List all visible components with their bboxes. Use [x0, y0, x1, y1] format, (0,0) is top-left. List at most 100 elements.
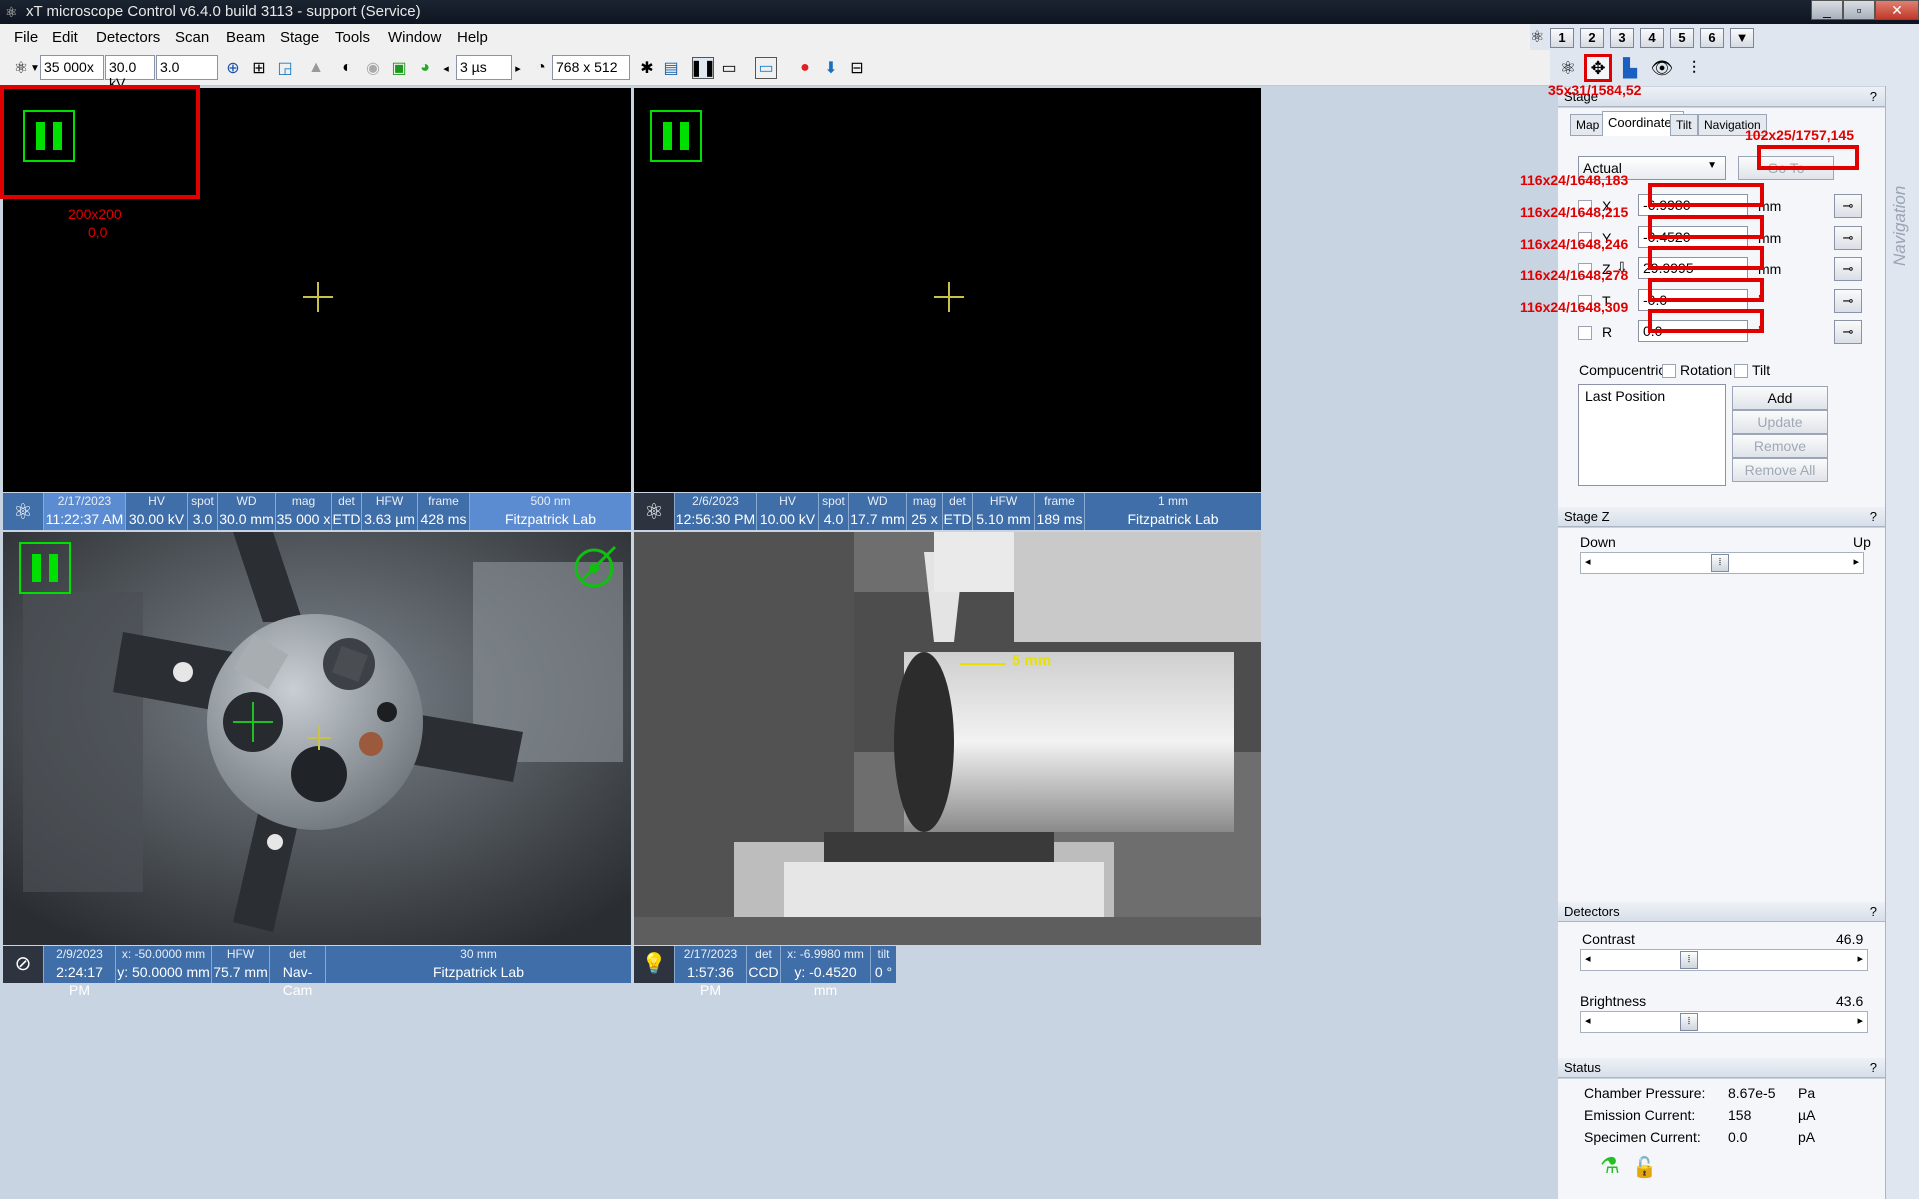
download-icon[interactable]: ⬇	[820, 57, 842, 79]
contrast-slider[interactable]: ◂ ⦙ ▸	[1580, 949, 1868, 971]
frame-value: 189 ms	[1036, 511, 1083, 527]
pie-icon[interactable]: ◕	[414, 57, 436, 79]
resolution-field[interactable]: 768 x 512	[552, 55, 630, 80]
voltage-field[interactable]: 30.0 kV	[105, 55, 155, 91]
grid-icon[interactable]: ⊞	[248, 57, 270, 79]
pause-icon[interactable]	[19, 542, 71, 594]
tab-tilt[interactable]: Tilt	[1670, 114, 1698, 136]
lock-icon[interactable]: 🔓	[1632, 1155, 1657, 1180]
contrast-icon[interactable]: ◐	[336, 57, 358, 79]
stage-z-slider[interactable]: ◂ ⦙ ▸	[1580, 552, 1864, 574]
preset-6[interactable]: 6	[1700, 28, 1724, 48]
preset-4[interactable]: 4	[1640, 28, 1664, 48]
menu-window[interactable]: Window	[388, 29, 441, 46]
rotation-checkbox[interactable]	[1662, 364, 1676, 378]
chevron-left-icon[interactable]: ◂	[1585, 952, 1591, 965]
status-header: Status?	[1558, 1058, 1885, 1078]
snapshot-icon[interactable]: ✱	[636, 57, 658, 79]
scan-lines-icon[interactable]: ▭	[718, 57, 740, 79]
menu-edit[interactable]: Edit	[52, 29, 78, 46]
slider-thumb[interactable]: ⦙	[1711, 554, 1729, 572]
pin-x-button[interactable]: ⊸	[1834, 194, 1862, 218]
menu-file[interactable]: File	[14, 29, 38, 46]
chevron-left-icon[interactable]: ◂	[1585, 555, 1591, 568]
video-icon[interactable]: ▤	[660, 57, 682, 79]
compass-icon[interactable]: ⊘	[3, 946, 43, 983]
pause-icon[interactable]: ❚❚	[690, 57, 716, 79]
screen-icon[interactable]: ▣	[388, 57, 410, 79]
alignment-tab-icon[interactable]: ⫶	[1680, 54, 1708, 82]
beam-tab-icon[interactable]: ⚛	[1554, 54, 1582, 82]
chevron-right-icon[interactable]: ▸	[512, 57, 524, 79]
lightbulb-icon[interactable]: 💡	[634, 946, 674, 983]
stigmator-icon[interactable]: ◉	[362, 57, 384, 79]
menu-detectors[interactable]: Detectors	[96, 29, 160, 46]
remove-all-button[interactable]: Remove All	[1732, 458, 1828, 482]
chevron-right-icon[interactable]: ▸	[1857, 1014, 1863, 1027]
menu-tools[interactable]: Tools	[335, 29, 370, 46]
vacuum-icon[interactable]: ⚗	[1600, 1153, 1620, 1179]
menu-help[interactable]: Help	[457, 29, 488, 46]
beam-icon[interactable]: ⚛	[3, 493, 43, 530]
brightness-slider[interactable]: ◂ ⦙ ▸	[1580, 1011, 1868, 1033]
spot-field[interactable]: 3.0	[156, 55, 218, 80]
chevron-right-icon[interactable]: ▸	[1857, 952, 1863, 965]
menu-beam[interactable]: Beam	[226, 29, 265, 46]
beam-icon[interactable]: ⚛	[10, 57, 32, 79]
dwell-field[interactable]: 3 µs	[456, 55, 512, 80]
measure-icon[interactable]: ⊟	[846, 57, 868, 79]
chevron-right-icon[interactable]: ▸	[1853, 555, 1859, 568]
help-icon[interactable]: ?	[1870, 89, 1877, 104]
preset-2[interactable]: 2	[1580, 28, 1604, 48]
preset-dropdown[interactable]: ▼	[1730, 28, 1754, 48]
record-icon[interactable]: ●	[794, 57, 816, 79]
chevron-left-icon[interactable]: ◂	[440, 57, 452, 79]
chevron-down-icon[interactable]: ▼	[30, 57, 40, 79]
tilt-checkbox[interactable]	[1734, 364, 1748, 378]
pin-r-button[interactable]: ⊸	[1834, 320, 1862, 344]
preset-3[interactable]: 3	[1610, 28, 1634, 48]
magnification-field[interactable]: 35 000x	[40, 55, 104, 80]
close-button[interactable]: ✕	[1875, 0, 1919, 20]
window-icon[interactable]: ▭	[755, 57, 777, 79]
navigation-strip[interactable]: Navigation	[1885, 86, 1919, 1199]
processing-tab-icon[interactable]: ▙	[1616, 54, 1644, 82]
timer-icon[interactable]: ◔	[530, 57, 552, 79]
help-icon[interactable]: ?	[1870, 1060, 1877, 1075]
menu-scan[interactable]: Scan	[175, 29, 209, 46]
spot-header: spot	[822, 494, 845, 508]
slider-thumb[interactable]: ⦙	[1680, 951, 1698, 969]
chevron-left-icon[interactable]: ◂	[1585, 1014, 1591, 1027]
lock-r-checkbox[interactable]	[1578, 326, 1592, 340]
list-item[interactable]: Last Position	[1579, 385, 1725, 407]
help-icon[interactable]: ?	[1870, 904, 1877, 919]
update-button[interactable]: Update	[1732, 410, 1828, 434]
quad-3-navcam-view[interactable]	[3, 532, 631, 945]
position-list[interactable]: Last Position	[1578, 384, 1726, 486]
pin-z-button[interactable]: ⊸	[1834, 257, 1862, 281]
pause-icon[interactable]	[650, 110, 702, 162]
preset-5[interactable]: 5	[1670, 28, 1694, 48]
restore-button[interactable]: ▫	[1843, 0, 1875, 20]
minimize-button[interactable]: _	[1811, 0, 1843, 20]
hfw-header: HFW	[226, 947, 255, 961]
remove-button[interactable]: Remove	[1732, 434, 1828, 458]
help-icon[interactable]: ?	[1870, 509, 1877, 524]
navigation-tab-icon[interactable]: ✥	[1584, 54, 1612, 82]
time: 1:57:36 PM	[687, 964, 734, 998]
quad-2-view[interactable]	[634, 88, 1261, 492]
pin-y-button[interactable]: ⊸	[1834, 226, 1862, 250]
crosshair-icon[interactable]: ⊕	[222, 57, 244, 79]
menu-stage[interactable]: Stage	[280, 29, 319, 46]
beam-shift-icon[interactable]: ▲	[305, 57, 327, 79]
tab-map[interactable]: Map	[1570, 114, 1606, 136]
preset-1[interactable]: 1	[1550, 28, 1574, 48]
slider-thumb[interactable]: ⦙	[1680, 1013, 1698, 1031]
quad-4-ccd-view[interactable]: 5 mm	[634, 532, 1261, 945]
add-button[interactable]: Add	[1732, 386, 1828, 410]
view-tab-icon[interactable]: 👁	[1648, 54, 1676, 82]
zoom-box-icon[interactable]: ◲	[274, 57, 296, 79]
pin-t-button[interactable]: ⊸	[1834, 289, 1862, 313]
det-header: det	[289, 947, 306, 961]
beam-icon[interactable]: ⚛	[634, 493, 674, 530]
